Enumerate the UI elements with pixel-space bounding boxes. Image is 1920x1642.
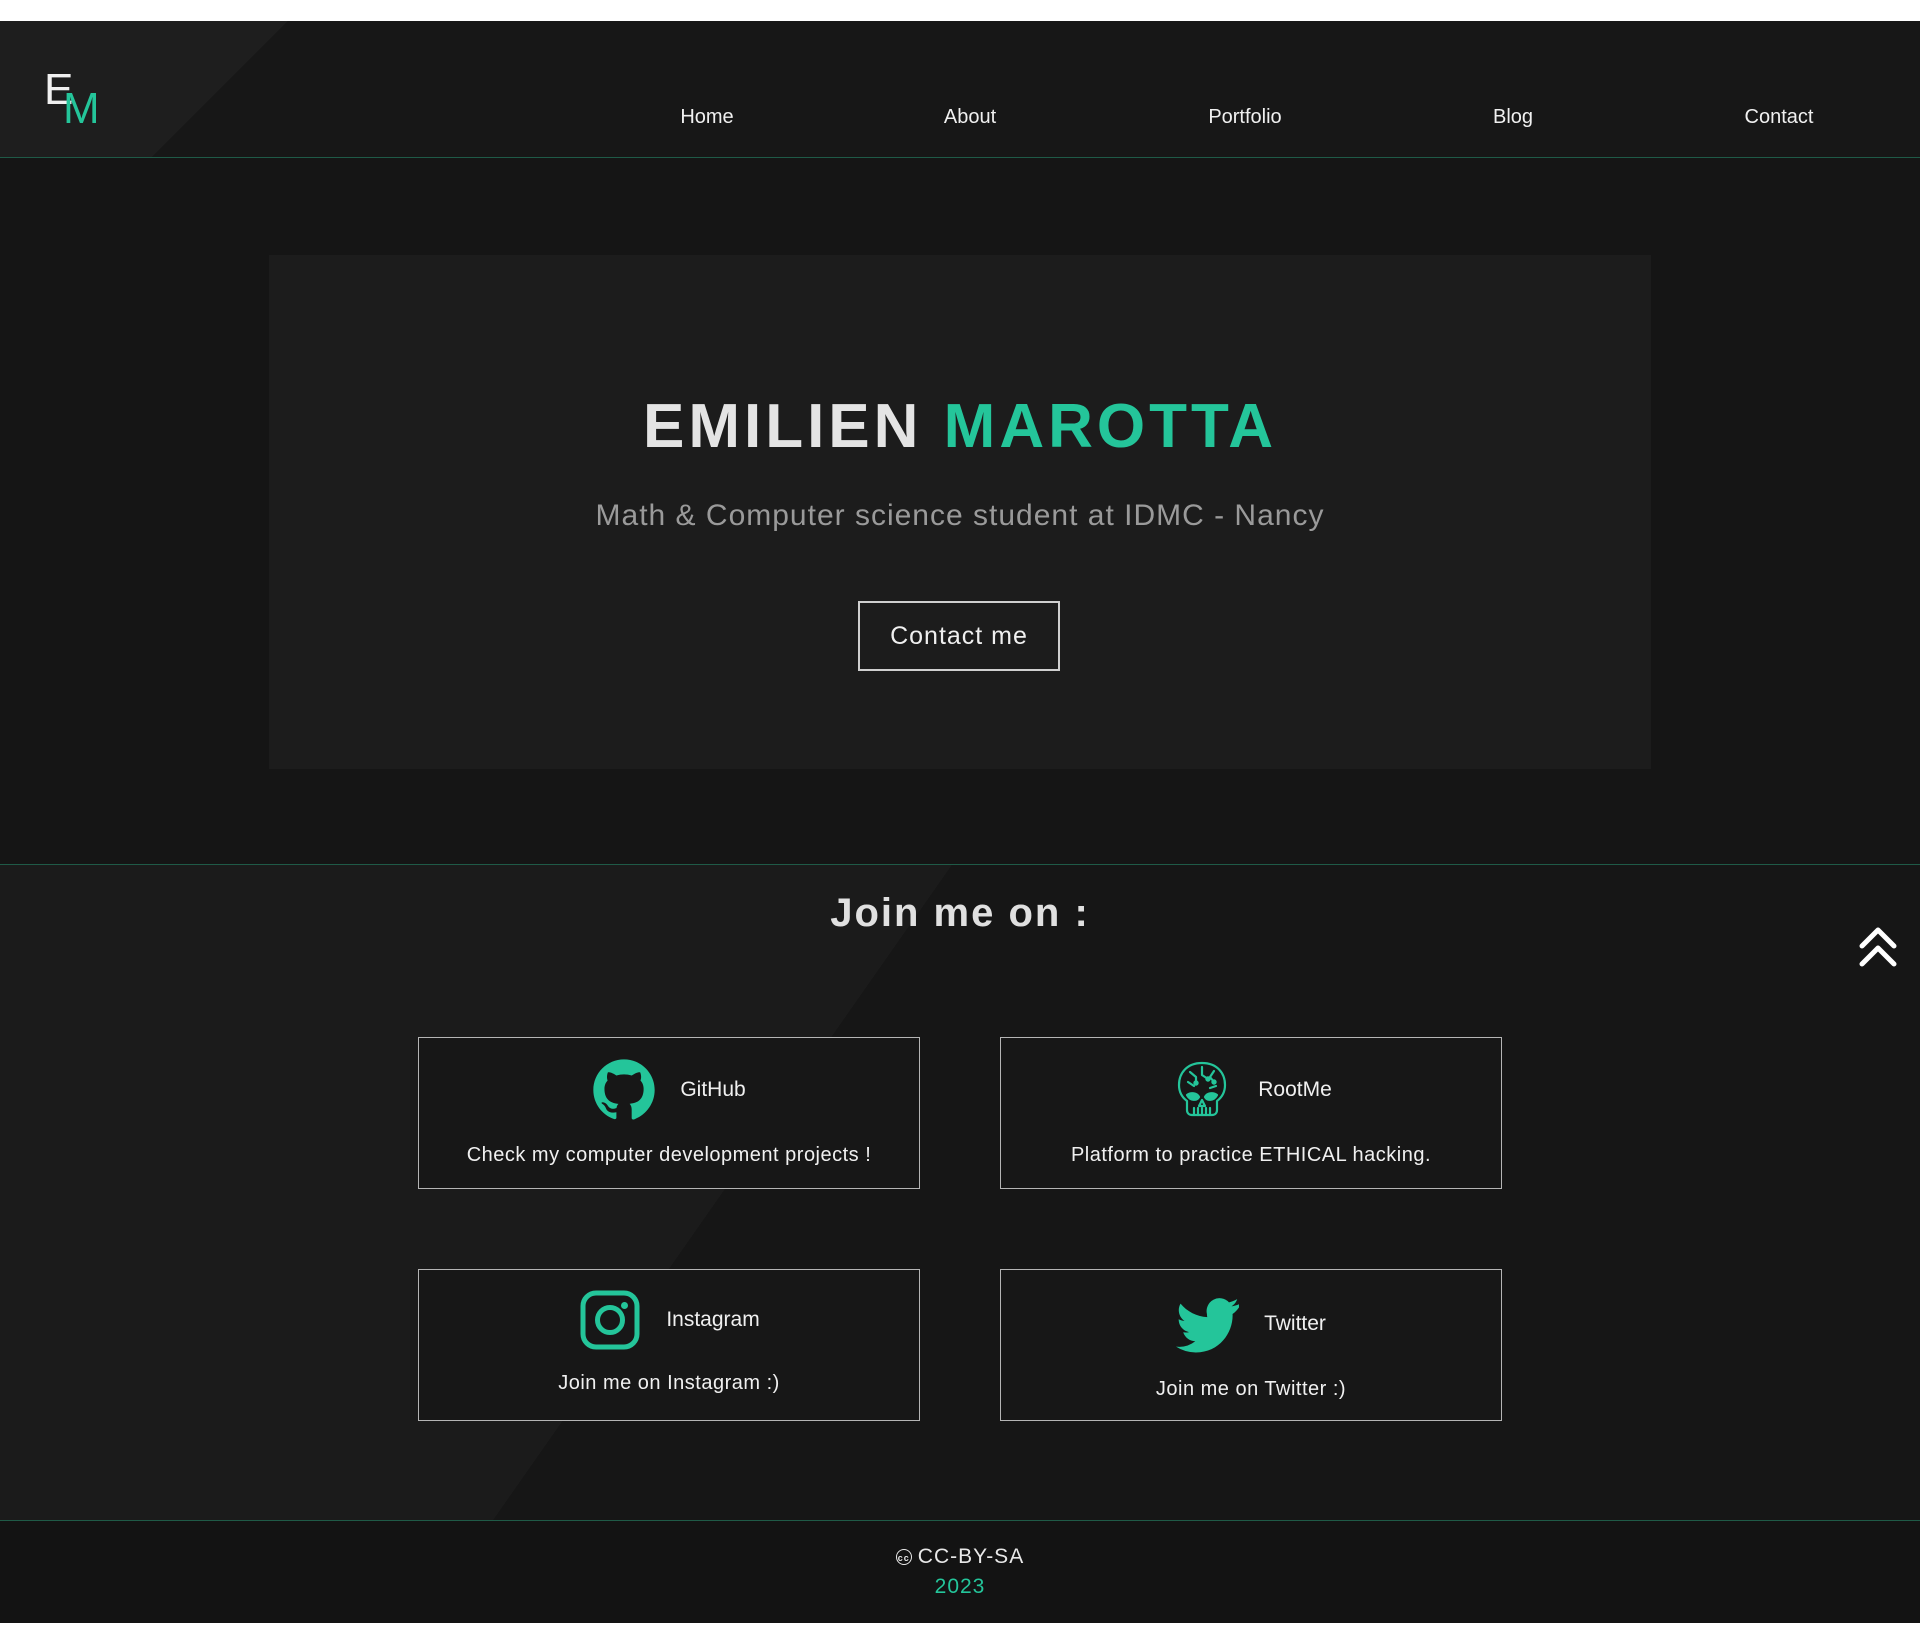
rootme-skull-icon [1178,1061,1227,1117]
card-title: Twitter [1264,1312,1326,1335]
card-header: RootMe [1001,1058,1501,1122]
hero-title: EMILIEN MAROTTA [269,390,1651,464]
social-card-instagram[interactable]: Instagram Join me on Instagram :) [418,1269,920,1421]
social-card-twitter[interactable]: Twitter Join me on Twitter :) [1000,1269,1502,1421]
social-card-rootme[interactable]: RootMe Platform to practice ETHICAL hack… [1000,1037,1502,1189]
license-line: cc CC-BY-SA [0,1545,1920,1569]
card-description: Check my computer development projects ! [466,1144,872,1166]
card-header: GitHub [419,1058,919,1122]
card-description: Join me on Instagram :) [558,1372,780,1394]
card-header: Twitter [1001,1292,1501,1356]
creative-commons-icon: cc [895,1549,912,1565]
nav-blog[interactable]: Blog [1493,106,1533,129]
nav-home[interactable]: Home [680,106,733,129]
site-footer: cc CC-BY-SA 2023 [0,1520,1920,1623]
first-name: EMILIEN [642,392,923,461]
card-title: RootMe [1258,1078,1332,1101]
license-text: CC-BY-SA [917,1545,1025,1568]
nav-contact[interactable]: Contact [1745,106,1814,129]
site-header: E M Home About Portfolio Blog Contact [0,21,1920,158]
scroll-to-top-icon[interactable] [1856,924,1900,972]
last-name: MAROTTA [943,392,1278,461]
card-title: GitHub [680,1078,746,1101]
twitter-bird-icon [1176,1298,1240,1353]
nav-portfolio[interactable]: Portfolio [1208,106,1281,129]
hero-card: EMILIEN MAROTTA Math & Computer science … [269,255,1651,769]
social-title: Join me on : [830,891,1090,935]
nav-about[interactable]: About [944,106,996,129]
card-description: Join me on Twitter :) [1155,1378,1347,1400]
social-section: Join me on : GitHub Check my computer de… [0,864,1920,1521]
github-icon [593,1059,655,1120]
card-header: Instagram [419,1288,919,1352]
main-nav: Home About Portfolio Blog Contact [0,106,1920,136]
hero-subtitle: Math & Computer science student at IDMC … [595,499,1325,532]
contact-me-button[interactable]: Contact me [858,601,1060,671]
card-title: Instagram [666,1308,760,1331]
copyright-year: 2023 [934,1575,986,1598]
card-description: Platform to practice ETHICAL hacking. [1070,1144,1432,1166]
instagram-icon [580,1290,640,1350]
social-card-github[interactable]: GitHub Check my computer development pro… [418,1037,920,1189]
